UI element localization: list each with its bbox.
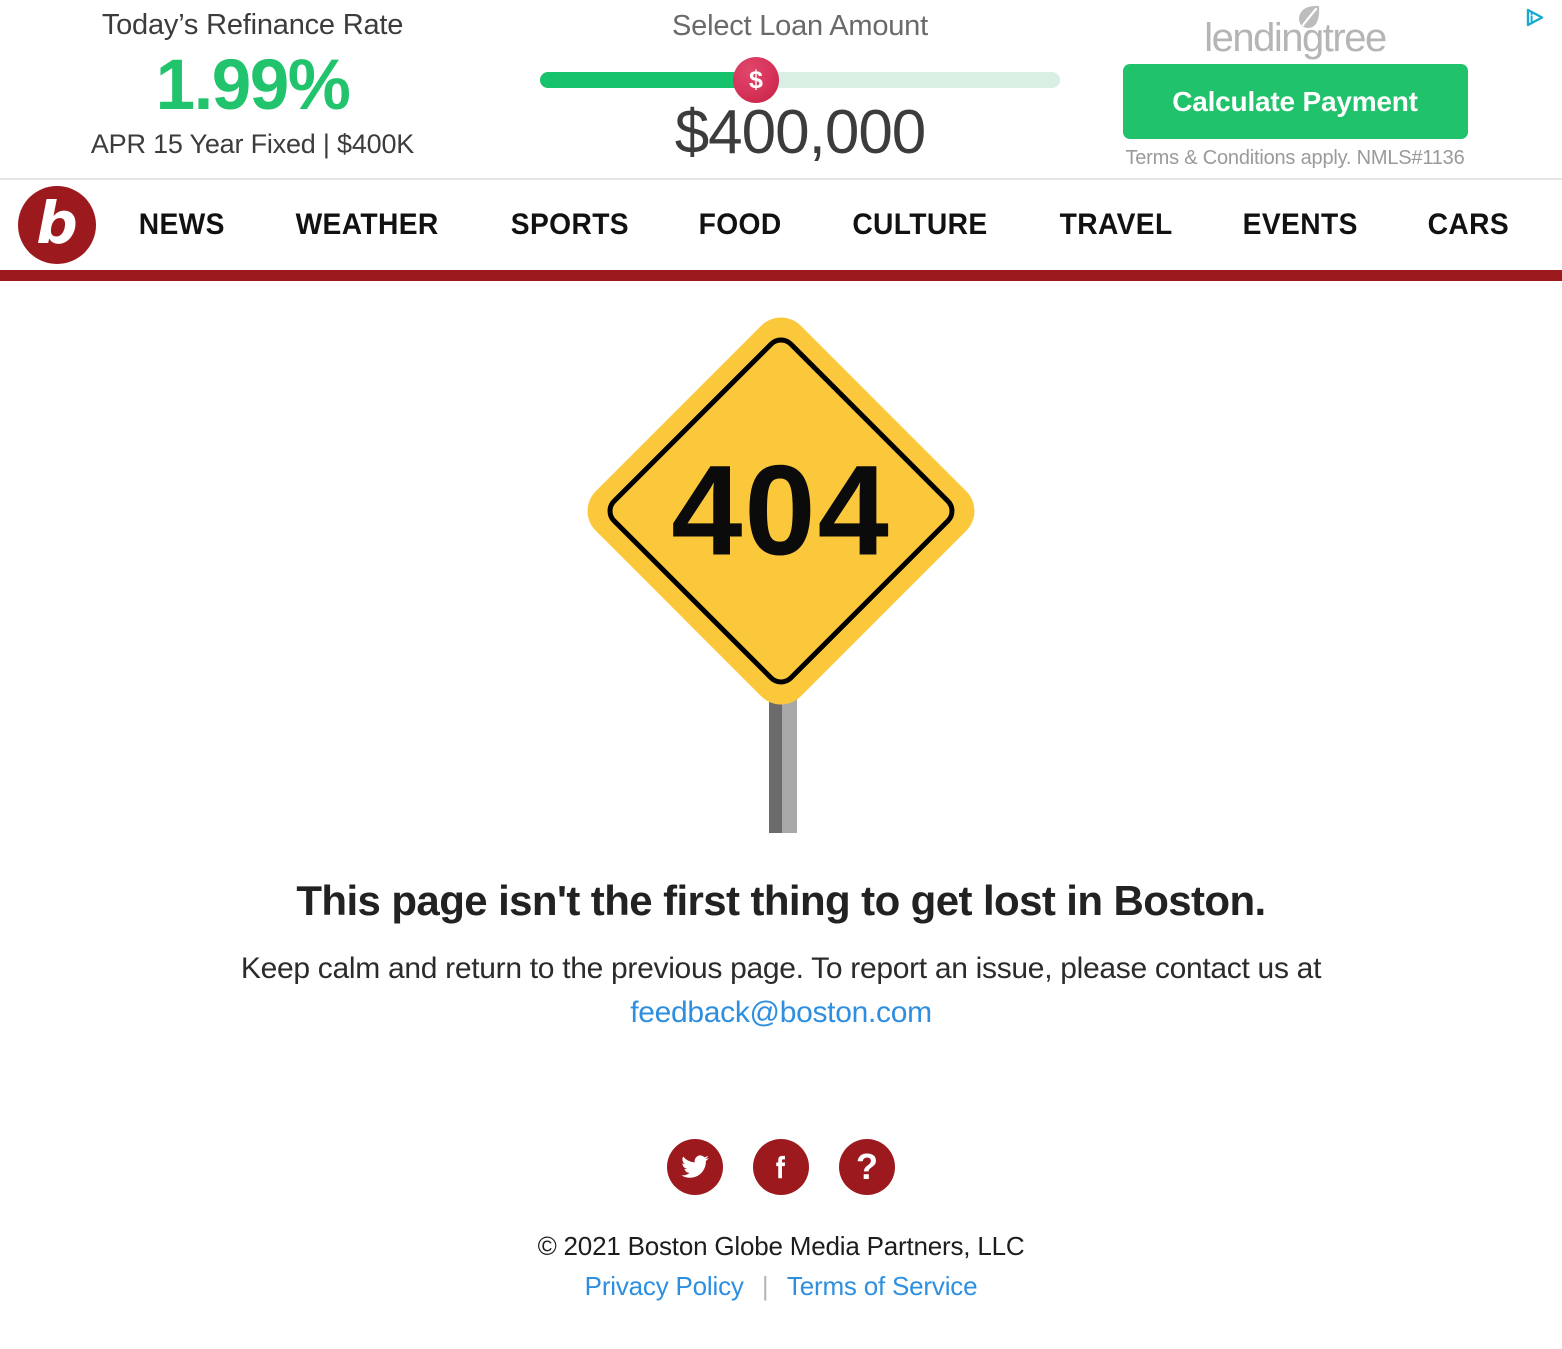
advertisement-banner[interactable]: Today’s Refinance Rate 1.99% APR 15 Year… — [0, 0, 1562, 180]
nav-item-events[interactable]: EVENTS — [1243, 208, 1358, 242]
ad-terms-text: Terms & Conditions apply. NMLS#1136 — [1125, 147, 1465, 169]
nav-item-cars[interactable]: CARS — [1428, 208, 1509, 242]
site-navigation: b NEWS WEATHER SPORTS FOOD CULTURE TRAVE… — [0, 180, 1562, 281]
refinance-rate-value: 1.99% — [155, 46, 351, 125]
loan-amount-value: $400,000 — [674, 98, 927, 167]
help-glyph: ? — [856, 1146, 878, 1187]
adchoices-icon[interactable] — [1522, 6, 1548, 32]
question-mark-icon[interactable]: ? — [839, 1139, 895, 1195]
404-road-sign-graphic: 404 — [0, 303, 1562, 843]
slider-thumb[interactable]: $ — [733, 57, 779, 103]
privacy-policy-link[interactable]: Privacy Policy — [585, 1271, 744, 1301]
feedback-email-link[interactable]: feedback@boston.com — [630, 991, 932, 1035]
nav-item-list: NEWS WEATHER SPORTS FOOD CULTURE TRAVEL … — [118, 208, 1562, 242]
error-body-text: Keep calm and return to the previous pag… — [240, 952, 1322, 985]
refinance-rate-block: Today’s Refinance Rate 1.99% APR 15 Year… — [0, 4, 505, 162]
nav-item-travel[interactable]: TRAVEL — [1059, 208, 1172, 242]
slider-fill — [540, 72, 755, 88]
refinance-rate-sublabel: APR 15 Year Fixed | $400K — [90, 129, 415, 159]
lendingtree-logo[interactable]: lendingtree — [1095, 2, 1495, 60]
error-title: This page isn't the first thing to get l… — [296, 877, 1266, 924]
social-links-row: ? — [0, 1139, 1562, 1195]
nav-item-culture[interactable]: CULTURE — [852, 208, 987, 242]
twitter-icon[interactable] — [667, 1139, 723, 1195]
leaf-icon — [1294, 2, 1324, 32]
boston-logo-letter: b — [36, 189, 78, 257]
loan-amount-label: Select Loan Amount — [672, 10, 928, 42]
calculate-payment-button[interactable]: Calculate Payment — [1122, 64, 1468, 139]
lendingtree-cta-block: lendingtree Calculate Payment Terms & Co… — [1095, 2, 1495, 174]
404-sign-svg: 404 — [587, 317, 975, 833]
nav-item-sports[interactable]: SPORTS — [511, 208, 629, 242]
boston-logo-icon[interactable]: b — [18, 186, 96, 264]
error-page-main: 404 This page isn't the first thing to g… — [0, 303, 1562, 1349]
facebook-icon[interactable] — [753, 1139, 809, 1195]
nav-item-news[interactable]: NEWS — [139, 208, 225, 242]
loan-amount-slider[interactable]: $ — [540, 57, 1060, 103]
legal-separator: | — [761, 1271, 769, 1301]
svg-text:404: 404 — [671, 440, 891, 583]
terms-of-service-link[interactable]: Terms of Service — [787, 1271, 978, 1301]
nav-item-food[interactable]: FOOD — [699, 208, 782, 242]
loan-amount-block: Select Loan Amount $ $400,000 — [505, 4, 1095, 168]
nav-item-weather[interactable]: WEATHER — [296, 208, 439, 242]
copyright-text: © 2021 Boston Globe Media Partners, LLC — [537, 1231, 1025, 1261]
legal-links-row: Privacy Policy | Terms of Service — [0, 1269, 1562, 1303]
refinance-rate-label: Today’s Refinance Rate — [101, 9, 404, 41]
